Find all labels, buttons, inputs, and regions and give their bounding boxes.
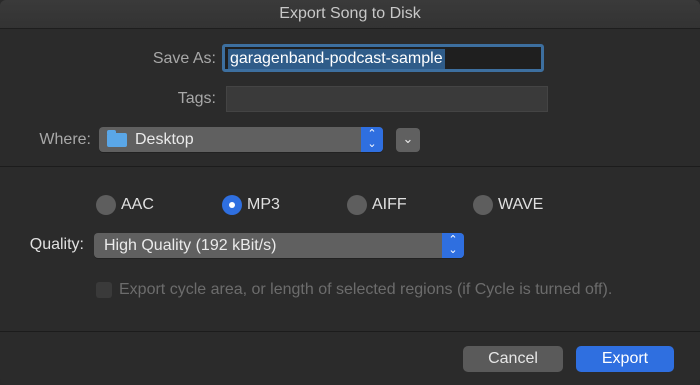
where-popup[interactable]: Desktop ⌃ ⌄ (99, 127, 383, 152)
divider (0, 166, 700, 167)
quality-stepper-icon: ⌃ ⌄ (442, 233, 464, 258)
quality-value: High Quality (192 kBit/s) (104, 237, 277, 254)
tags-field[interactable] (226, 86, 548, 112)
expand-chevron-button[interactable]: ⌄ (396, 128, 420, 152)
save-as-value: garagenband-podcast-sample (228, 49, 445, 69)
radio-aac-label: AAC (121, 196, 154, 213)
quality-label: Quality: (29, 236, 84, 253)
folder-icon (107, 130, 127, 147)
quality-popup[interactable]: High Quality (192 kBit/s) ⌃ ⌄ (94, 233, 464, 258)
tags-label: Tags: (177, 90, 216, 107)
where-label: Where: (39, 131, 91, 148)
where-stepper-icon: ⌃ ⌄ (361, 127, 383, 152)
radio-mp3[interactable] (222, 195, 242, 215)
save-as-field[interactable]: garagenband-podcast-sample (222, 44, 544, 72)
radio-wave[interactable] (473, 195, 493, 215)
radio-aac[interactable] (96, 195, 116, 215)
save-as-label: Save As: (152, 50, 216, 67)
export-dialog: Export Song to Disk Save As: garagenband… (0, 0, 700, 385)
radio-aiff-label: AIFF (372, 196, 407, 213)
cycle-checkbox-label: Export cycle area, or length of selected… (119, 281, 613, 298)
radio-wave-label: WAVE (498, 196, 544, 213)
cancel-button[interactable]: Cancel (463, 346, 563, 372)
radio-mp3-label: MP3 (247, 196, 280, 213)
divider (0, 331, 700, 332)
radio-aiff[interactable] (347, 195, 367, 215)
export-button[interactable]: Export (576, 346, 674, 372)
cycle-checkbox (96, 282, 112, 298)
dialog-title: Export Song to Disk (0, 0, 700, 29)
where-value: Desktop (135, 131, 194, 148)
